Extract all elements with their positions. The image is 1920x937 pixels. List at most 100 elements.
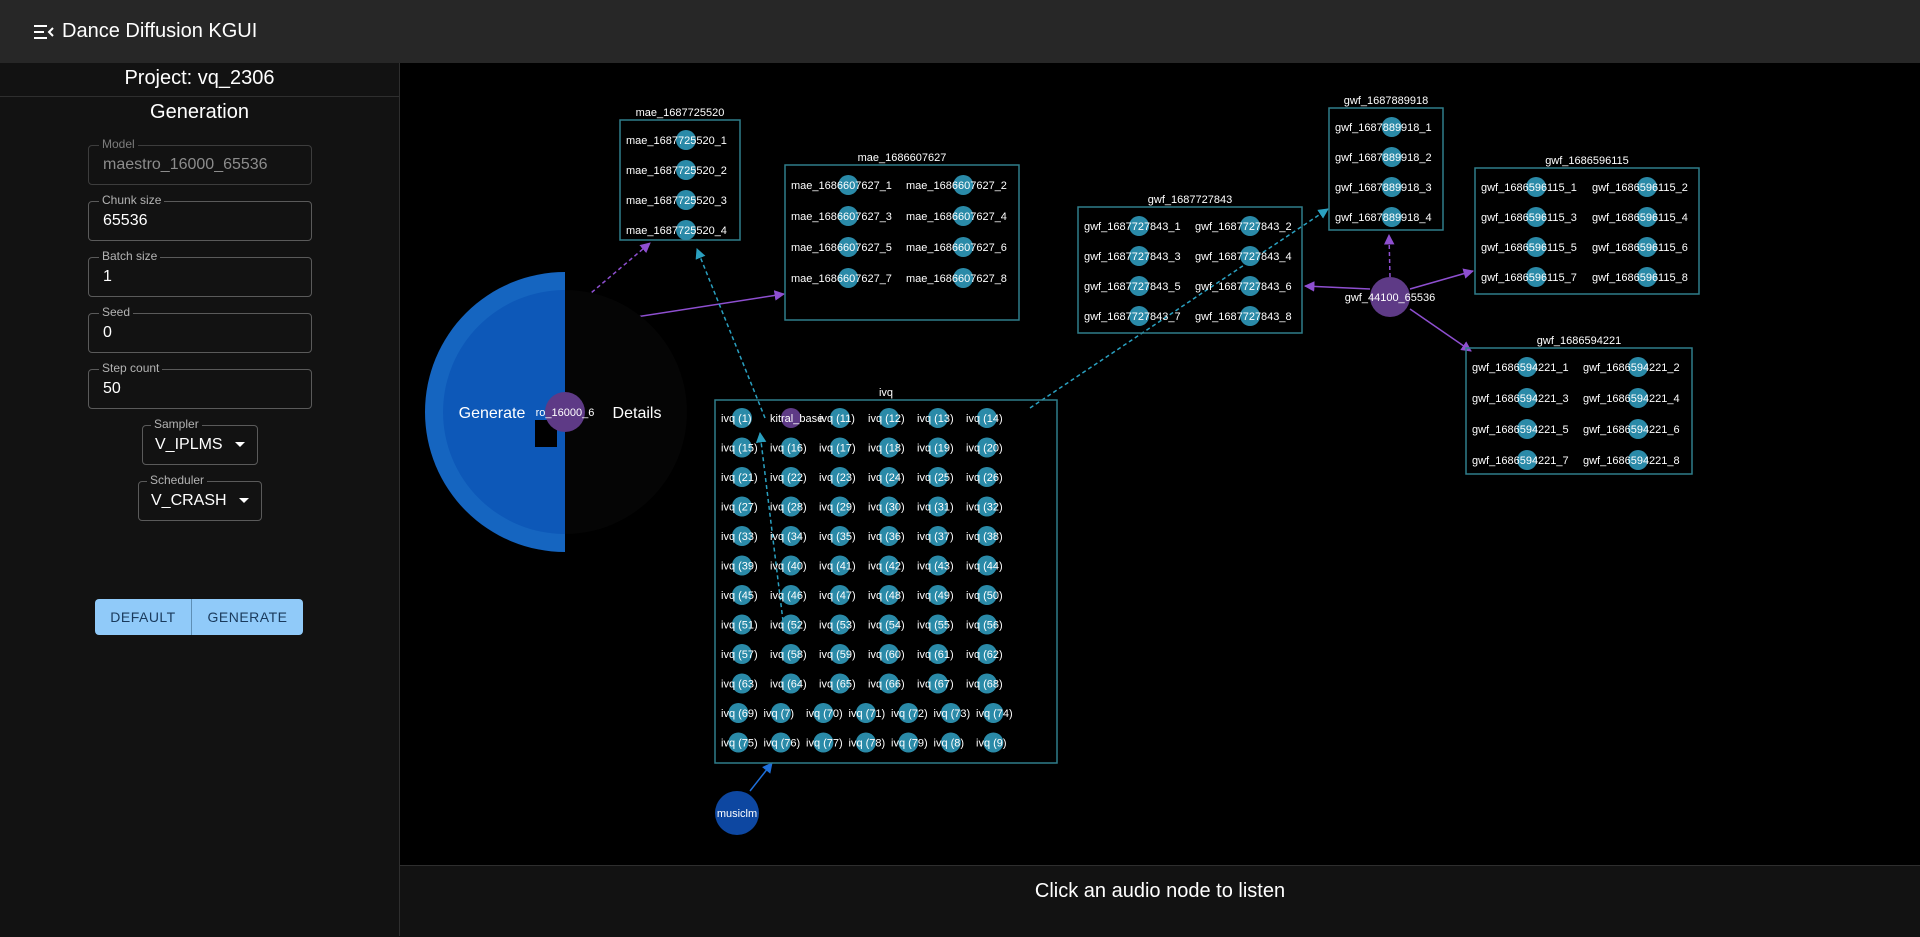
audio-node[interactable]: gwf_1686594221_7: [1472, 450, 1569, 470]
audio-node[interactable]: ivq (36): [868, 526, 905, 546]
audio-node[interactable]: ivq (52): [770, 614, 807, 635]
audio-node[interactable]: ivq (55): [917, 614, 954, 635]
audio-node[interactable]: ivq (29): [819, 496, 856, 517]
audio-node[interactable]: gwf_1687727843_5: [1084, 276, 1181, 296]
audio-node[interactable]: ivq (18): [868, 437, 905, 458]
audio-node[interactable]: ivq (41): [819, 555, 856, 576]
audio-node[interactable]: mae_1686607627_1: [791, 175, 892, 195]
batch-size-value[interactable]: 1: [103, 268, 112, 286]
audio-node[interactable]: ivq (59): [819, 644, 856, 664]
audio-node[interactable]: gwf_1686594221_8: [1583, 450, 1680, 470]
audio-node[interactable]: ivq (33): [721, 526, 758, 546]
audio-node[interactable]: ivq (13): [917, 408, 954, 428]
audio-node[interactable]: ivq (64): [770, 673, 807, 694]
graph-canvas[interactable]: mae_1687725520 mae_1687725520_1 mae_168772…: [400, 63, 1920, 865]
batch-size-field[interactable]: Batch size 1: [88, 249, 312, 297]
audio-node[interactable]: ivq (53): [819, 614, 856, 635]
audio-node[interactable]: ivq (21): [721, 467, 758, 487]
audio-node[interactable]: ivq (11): [819, 408, 855, 428]
audio-node[interactable]: mae_1687725520_1: [626, 130, 727, 150]
chunk-size-field[interactable]: Chunk size 65536: [88, 193, 312, 241]
chunk-size-value[interactable]: 65536: [103, 212, 148, 230]
audio-node[interactable]: ivq (70): [806, 703, 843, 723]
audio-node[interactable]: ivq (40): [770, 555, 807, 576]
audio-node[interactable]: ivq (19): [917, 437, 954, 458]
audio-node[interactable]: ivq (27): [721, 496, 758, 517]
audio-node[interactable]: ivq (43): [917, 555, 954, 576]
audio-node[interactable]: ivq (77): [806, 732, 843, 753]
wheel-generate-label[interactable]: Generate: [459, 405, 526, 422]
audio-node[interactable]: gwf_1686596115_3: [1481, 207, 1577, 227]
audio-node[interactable]: ivq (30): [868, 496, 905, 517]
audio-node[interactable]: gwf_1686596115_7: [1481, 267, 1577, 287]
audio-node[interactable]: ivq (20): [966, 437, 1003, 458]
audio-node[interactable]: gwf_1687727843_7: [1084, 306, 1181, 326]
audio-node[interactable]: gwf_1687727843_1: [1084, 216, 1181, 236]
audio-node[interactable]: gwf_1687889918_3: [1335, 177, 1432, 197]
seed-field[interactable]: Seed 0: [88, 305, 312, 353]
audio-node[interactable]: gwf_1686596115_1: [1481, 177, 1577, 197]
audio-node[interactable]: ivq (75): [721, 732, 758, 753]
audio-node[interactable]: ivq (69): [721, 703, 758, 723]
generate-button[interactable]: GENERATE: [192, 599, 303, 635]
audio-node[interactable]: gwf_1686596115_2: [1592, 177, 1688, 197]
audio-node[interactable]: mae_1686607627_7: [791, 268, 892, 288]
audio-node[interactable]: mae_1686607627_8: [906, 268, 1007, 288]
audio-node[interactable]: ivq (8): [934, 732, 965, 753]
audio-node[interactable]: ivq (12): [868, 408, 905, 428]
audio-node[interactable]: ivq (71): [849, 703, 886, 723]
audio-node[interactable]: gwf_1686594221_1: [1472, 357, 1569, 377]
audio-node[interactable]: ivq (57): [721, 644, 758, 664]
step-count-field[interactable]: Step count 50: [88, 361, 312, 409]
audio-node[interactable]: ivq (34): [770, 526, 807, 546]
audio-node[interactable]: ivq (58): [770, 644, 807, 664]
audio-node[interactable]: ivq (47): [819, 585, 856, 605]
audio-node[interactable]: ivq (25): [917, 467, 954, 487]
audio-node[interactable]: gwf_1686596115_5: [1481, 237, 1577, 257]
wheel-details-label[interactable]: Details: [613, 405, 662, 422]
audio-node[interactable]: ivq (62): [966, 644, 1003, 664]
step-count-value[interactable]: 50: [103, 380, 121, 398]
seed-value[interactable]: 0: [103, 324, 112, 342]
audio-node[interactable]: ivq (38): [966, 526, 1003, 546]
audio-node[interactable]: ivq (73): [934, 703, 971, 723]
audio-node[interactable]: ivq (51): [721, 614, 758, 635]
audio-node[interactable]: ivq (78): [849, 732, 886, 753]
audio-node[interactable]: gwf_1687727843_8: [1195, 306, 1292, 326]
audio-node[interactable]: gwf_1686596115_8: [1592, 267, 1688, 287]
scheduler-select[interactable]: Scheduler V_CRASH: [138, 473, 262, 521]
audio-node[interactable]: gwf_1686594221_4: [1583, 388, 1680, 408]
audio-node[interactable]: ivq (48): [868, 585, 905, 605]
audio-node[interactable]: ivq (14): [966, 408, 1003, 428]
audio-node[interactable]: ivq (45): [721, 585, 758, 605]
audio-node[interactable]: gwf_1687727843_6: [1195, 276, 1292, 296]
default-button[interactable]: DEFAULT: [95, 599, 192, 635]
audio-node[interactable]: ivq (17): [819, 437, 856, 458]
audio-node[interactable]: gwf_1686594221_3: [1472, 388, 1569, 408]
audio-node[interactable]: ivq (68): [966, 673, 1003, 694]
audio-node[interactable]: ivq (16): [770, 437, 807, 458]
audio-node[interactable]: ivq (79): [891, 732, 928, 753]
audio-node[interactable]: ivq (60): [868, 644, 905, 664]
audio-node[interactable]: gwf_1687727843_3: [1084, 246, 1181, 266]
audio-node[interactable]: ivq (24): [868, 467, 905, 487]
audio-node[interactable]: gwf_1687889918_2: [1335, 147, 1432, 167]
audio-node[interactable]: mae_1686607627_2: [906, 175, 1007, 195]
audio-node[interactable]: gwf_1687889918_4: [1335, 207, 1432, 227]
sampler-select[interactable]: Sampler V_IPLMS: [142, 417, 258, 465]
audio-node[interactable]: ivq (67): [917, 673, 954, 694]
audio-node[interactable]: mae_1687725520_2: [626, 160, 727, 180]
audio-node[interactable]: gwf_1686596115_4: [1592, 207, 1688, 227]
audio-node[interactable]: ivq (31): [917, 496, 954, 517]
audio-node[interactable]: ivq (49): [917, 585, 954, 605]
audio-node[interactable]: ivq (32): [966, 496, 1003, 517]
audio-node[interactable]: gwf_1686594221_6: [1583, 419, 1680, 439]
audio-node[interactable]: gwf_1686594221_2: [1583, 357, 1680, 377]
audio-node[interactable]: ivq (9): [976, 732, 1007, 753]
audio-node[interactable]: ivq (76): [764, 732, 801, 753]
audio-node[interactable]: ivq (72): [891, 703, 928, 723]
audio-node[interactable]: ivq (37): [917, 526, 954, 546]
audio-node[interactable]: ivq (46): [770, 585, 807, 605]
audio-node[interactable]: ivq (54): [868, 614, 905, 635]
audio-node[interactable]: ivq (22): [770, 467, 807, 487]
